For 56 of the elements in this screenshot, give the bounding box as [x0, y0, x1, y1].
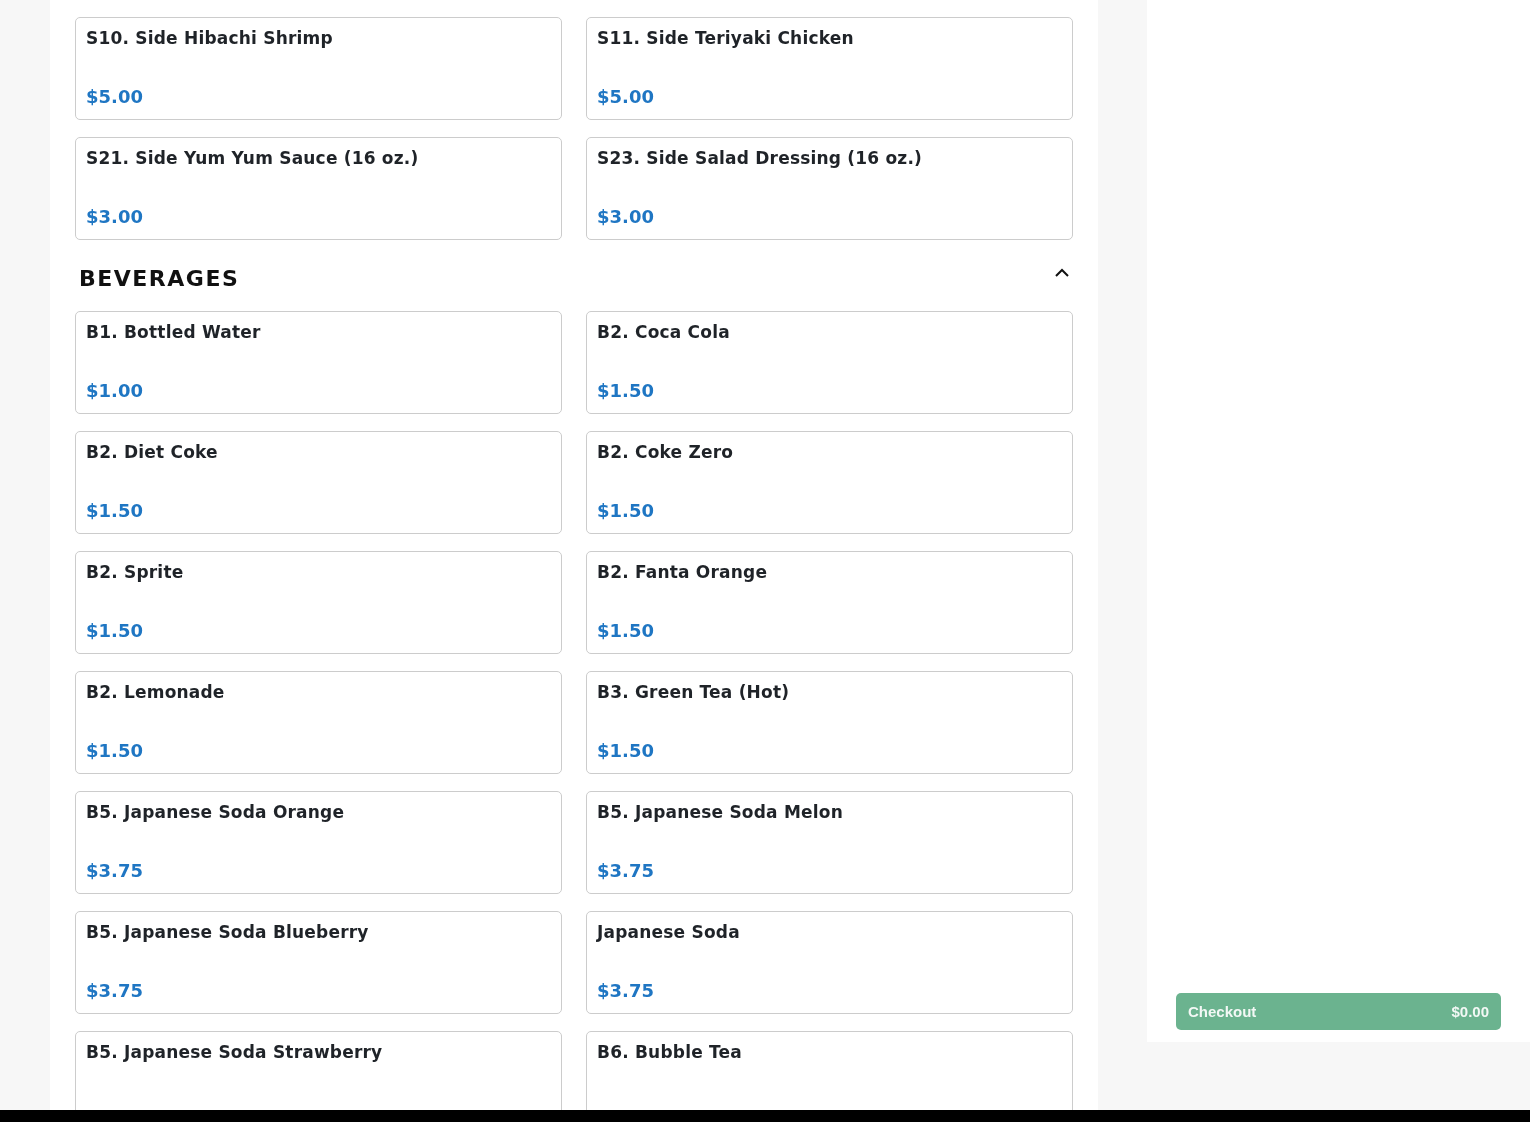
item-name: S11. Side Teriyaki Chicken [597, 28, 855, 48]
item-price: $5.00 [597, 86, 655, 107]
item-price: $5.00 [86, 86, 144, 107]
item-price: $3.75 [86, 860, 144, 881]
menu-item-card[interactable]: S21. Side Yum Yum Sauce (16 oz.) $3.00 [75, 137, 562, 240]
menu-item-card[interactable]: B2. Fanta Orange $1.50 [586, 551, 1073, 654]
menu-item-card[interactable]: S23. Side Salad Dressing (16 oz.) $3.00 [586, 137, 1073, 240]
menu-item-card[interactable]: B2. Coca Cola $1.50 [586, 311, 1073, 414]
item-name: B5. Japanese Soda Melon [597, 802, 844, 822]
item-name: B2. Diet Coke [86, 442, 219, 462]
chevron-up-icon[interactable] [1055, 268, 1069, 277]
item-price: $1.50 [597, 380, 655, 401]
item-price: $1.50 [597, 740, 655, 761]
menu-item-card[interactable]: B5. Japanese Soda Strawberry [75, 1031, 562, 1110]
item-name: S23. Side Salad Dressing (16 oz.) [597, 148, 924, 168]
item-price: $3.75 [597, 860, 655, 881]
item-price: $3.75 [597, 980, 655, 1001]
menu-item-card[interactable]: B5. Japanese Soda Orange $3.75 [75, 791, 562, 894]
item-price: $3.00 [597, 206, 655, 227]
item-price: $1.50 [86, 740, 144, 761]
checkout-total: $0.00 [1451, 1003, 1489, 1020]
menu-item-card[interactable]: S11. Side Teriyaki Chicken $5.00 [586, 17, 1073, 120]
item-price: $1.00 [86, 380, 144, 401]
item-name: B1. Bottled Water [86, 322, 262, 342]
item-price: $1.50 [597, 500, 655, 521]
menu-item-card[interactable]: B2. Lemonade $1.50 [75, 671, 562, 774]
item-name: B2. Coke Zero [597, 442, 735, 462]
menu-item-card[interactable]: B5. Japanese Soda Melon $3.75 [586, 791, 1073, 894]
item-price: $1.50 [86, 500, 144, 521]
item-name: B2. Lemonade [86, 682, 226, 702]
menu-item-card[interactable]: S10. Side Hibachi Shrimp $5.00 [75, 17, 562, 120]
section-heading: BEVERAGES [79, 266, 240, 291]
checkout-label: Checkout [1188, 1003, 1257, 1020]
item-name: B5. Japanese Soda Strawberry [86, 1042, 384, 1062]
item-name: B2. Fanta Orange [597, 562, 769, 582]
item-price: $3.00 [86, 206, 144, 227]
item-name: B2. Sprite [86, 562, 185, 582]
menu-item-card[interactable]: B1. Bottled Water $1.00 [75, 311, 562, 414]
menu-item-card[interactable]: B6. Bubble Tea [586, 1031, 1073, 1110]
item-name: B5. Japanese Soda Orange [86, 802, 346, 822]
item-name: B3. Green Tea (Hot) [597, 682, 791, 702]
menu-item-card[interactable]: B5. Japanese Soda Blueberry $3.75 [75, 911, 562, 1014]
item-price: $3.75 [86, 980, 144, 1001]
menu-item-card[interactable]: B2. Sprite $1.50 [75, 551, 562, 654]
menu-item-card[interactable]: Japanese Soda $3.75 [586, 911, 1073, 1014]
item-price: $1.50 [597, 620, 655, 641]
item-name: B6. Bubble Tea [597, 1042, 743, 1062]
item-name: B2. Coca Cola [597, 322, 731, 342]
item-price: $1.50 [86, 620, 144, 641]
menu-item-card[interactable]: B2. Diet Coke $1.50 [75, 431, 562, 534]
menu-item-card[interactable]: B3. Green Tea (Hot) $1.50 [586, 671, 1073, 774]
item-name: S10. Side Hibachi Shrimp [86, 28, 334, 48]
item-name: B5. Japanese Soda Blueberry [86, 922, 370, 942]
menu-item-card[interactable]: B2. Coke Zero $1.50 [586, 431, 1073, 534]
item-name: S21. Side Yum Yum Sauce (16 oz.) [86, 148, 420, 168]
item-name: Japanese Soda [597, 922, 741, 942]
